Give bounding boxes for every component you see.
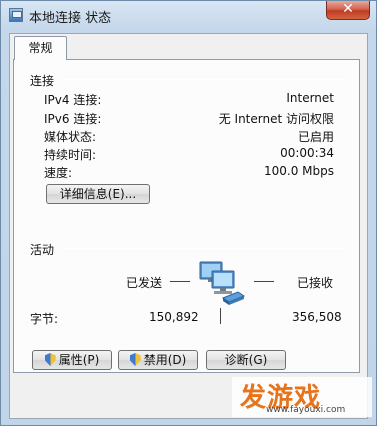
site-watermark: 发游戏 www.fayouxi.com bbox=[232, 377, 372, 417]
speed-value: 100.0 Mbps bbox=[263, 164, 334, 178]
properties-button[interactable]: 属性(P) bbox=[32, 350, 112, 370]
disable-button[interactable]: 禁用(D) bbox=[118, 350, 198, 370]
sent-label: 已发送 bbox=[126, 276, 163, 290]
activity-group-divider bbox=[62, 248, 349, 249]
network-connection-icon bbox=[9, 8, 23, 22]
details-button[interactable]: 详细信息(E)... bbox=[46, 184, 150, 204]
connection-group-divider bbox=[62, 79, 349, 80]
duration-value: 00:00:34 bbox=[280, 146, 334, 160]
received-dash bbox=[254, 281, 274, 282]
bytes-sent-value: 150,892 bbox=[149, 310, 199, 324]
disable-button-label: 禁用(D) bbox=[143, 353, 187, 367]
ipv6-label: IPv6 连接: bbox=[44, 112, 102, 126]
connection-group-label: 连接 bbox=[30, 74, 55, 88]
sent-dash bbox=[170, 281, 190, 282]
media-state-label: 媒体状态: bbox=[44, 130, 97, 144]
network-computers-icon bbox=[199, 261, 246, 305]
title-bar[interactable]: 本地连接 状态 ✕ bbox=[1, 1, 376, 31]
duration-label: 持续时间: bbox=[44, 148, 97, 162]
media-state-value: 已启用 bbox=[297, 130, 334, 144]
properties-button-label: 属性(P) bbox=[58, 353, 100, 367]
bytes-divider bbox=[220, 308, 221, 324]
ipv4-value: Internet bbox=[286, 91, 334, 105]
ipv4-label: IPv4 连接: bbox=[44, 93, 102, 107]
tab-general[interactable]: 常规 bbox=[14, 36, 67, 60]
bytes-label: 字节: bbox=[30, 312, 59, 326]
activity-group-label: 活动 bbox=[30, 243, 55, 257]
diagnose-button[interactable]: 诊断(G) bbox=[206, 350, 286, 370]
ipv6-value: 无 Internet 访问权限 bbox=[218, 112, 334, 126]
bytes-received-value: 356,508 bbox=[292, 310, 342, 324]
status-window: 本地连接 状态 ✕ 常规 连接 IPv4 连接: Internet IPv6 连… bbox=[0, 0, 377, 426]
window-title: 本地连接 状态 bbox=[29, 11, 112, 26]
received-label: 已接收 bbox=[297, 276, 334, 290]
uac-shield-icon bbox=[129, 353, 141, 366]
close-button[interactable]: ✕ bbox=[326, 1, 370, 20]
speed-label: 速度: bbox=[44, 166, 73, 180]
uac-shield-icon bbox=[44, 353, 56, 366]
tab-panel-general: 连接 IPv4 连接: Internet IPv6 连接: 无 Internet… bbox=[13, 59, 360, 373]
watermark-url: www.fayouxi.com bbox=[266, 405, 346, 415]
